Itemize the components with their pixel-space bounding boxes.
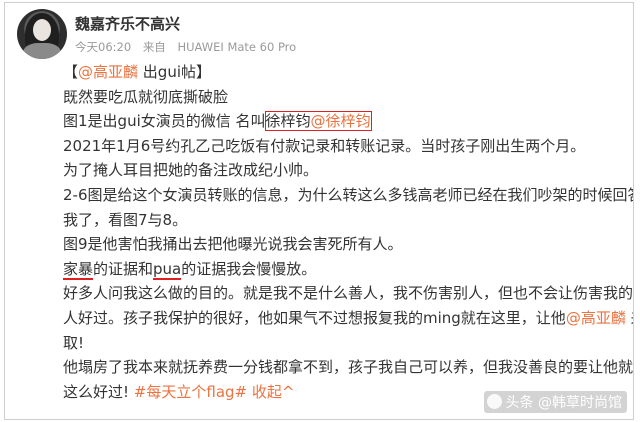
watermark: 头条 @韩草时尚馆 <box>483 391 627 413</box>
content-line-7: 我了，看图7与8。 <box>63 210 188 229</box>
content-line-9: 家暴的证据和pua的证据我会慢慢放。 <box>63 257 633 282</box>
content-line-4: 2021年1月6号约孔乙己吃饭有付款记录和转账记录。当时孩子刚出生两个月。 <box>63 136 586 155</box>
content-line-12: 取! <box>63 333 85 352</box>
content-line-6: 2-6图是给这个女演员转账的信息，为什么转这么多钱高老师已经在我们吵架的时候回答 <box>63 185 634 204</box>
content-line-3: 图1是出gui女演员的微信 名叫徐梓钧@徐梓钧 <box>63 109 633 134</box>
collapse-link[interactable]: 收起^ <box>247 383 295 401</box>
post-device: HUAWEI Mate 60 Pro <box>177 40 297 54</box>
post-time[interactable]: 今天06:20 <box>75 40 131 54</box>
avatar-face-shape <box>33 19 51 41</box>
mention-link-gao[interactable]: @高亚麟 <box>78 63 138 81</box>
toutiao-logo-icon <box>486 394 502 409</box>
content-line-10: 好多人问我这么做的目的。就是我不是什么善人，我不伤害别人，但也不会让伤害我的 <box>63 284 634 303</box>
user-avatar[interactable] <box>17 9 67 59</box>
post-content: 【@高亚麟 出gui帖】 既然要吃瓜就彻底撕破脸 图1是出gui女演员的微信 名… <box>63 60 634 404</box>
avatar-body-shape <box>23 43 61 59</box>
line9-text-d: 的证据我会慢慢放。 <box>181 259 317 278</box>
bracket-open: 【 <box>63 63 79 81</box>
source-prefix: 来自 <box>142 40 166 54</box>
content-line-11: 人好过。孩子我保护的很好，他如果气不过想报复我的ming就在这里，让他@高亚麟 … <box>63 306 633 331</box>
name-xu: 徐梓钧 <box>265 112 311 131</box>
line1-rest: 出gui帖】 <box>138 63 211 81</box>
content-line-2: 既然要吃瓜就彻底撕破脸 <box>63 87 229 106</box>
underlined-domestic-violence: 家暴 <box>63 259 94 280</box>
weibo-post-card: 魏嘉齐乐不高兴 今天06:20 来自 HUAWEI Mate 60 Pro 【@… <box>4 2 634 420</box>
content-line-13: 他塌房了我本来就抚养费一分钱都拿不到，孩子我自己可以养，但我没善良的要让他就 <box>63 358 634 377</box>
watermark-text: 头条 @韩草时尚馆 <box>505 395 622 411</box>
topic-hashtag[interactable]: #每天立个flag# <box>134 383 247 401</box>
line3-text: 图1是出gui女演员的微信 名叫 <box>63 112 266 131</box>
content-line-1: 【@高亚麟 出gui帖】 <box>63 60 633 85</box>
line11-text: 人好过。孩子我保护的很好，他如果气不过想报复我的ming就在这里，让他 <box>63 308 566 327</box>
underlined-pua: pua <box>153 259 182 280</box>
mention-link-gao-2[interactable]: @高亚麟 <box>566 309 626 327</box>
content-line-8: 图9是他害怕我捅出去把他曝光说我会害死所有人。 <box>63 235 403 254</box>
highlighted-names: 徐梓钧@徐梓钧 <box>264 111 372 132</box>
line11-end: 来 <box>626 309 633 327</box>
line14-text: 这么好过! <box>63 382 134 401</box>
post-meta: 今天06:20 来自 HUAWEI Mate 60 Pro <box>75 39 304 55</box>
mention-link-xu[interactable]: @徐梓钧 <box>311 112 371 130</box>
username[interactable]: 魏嘉齐乐不高兴 <box>75 13 180 34</box>
content-line-5: 为了掩人耳目把她的备注改成纪小帅。 <box>63 161 319 180</box>
line9-text-b: 的证据和 <box>93 259 154 278</box>
